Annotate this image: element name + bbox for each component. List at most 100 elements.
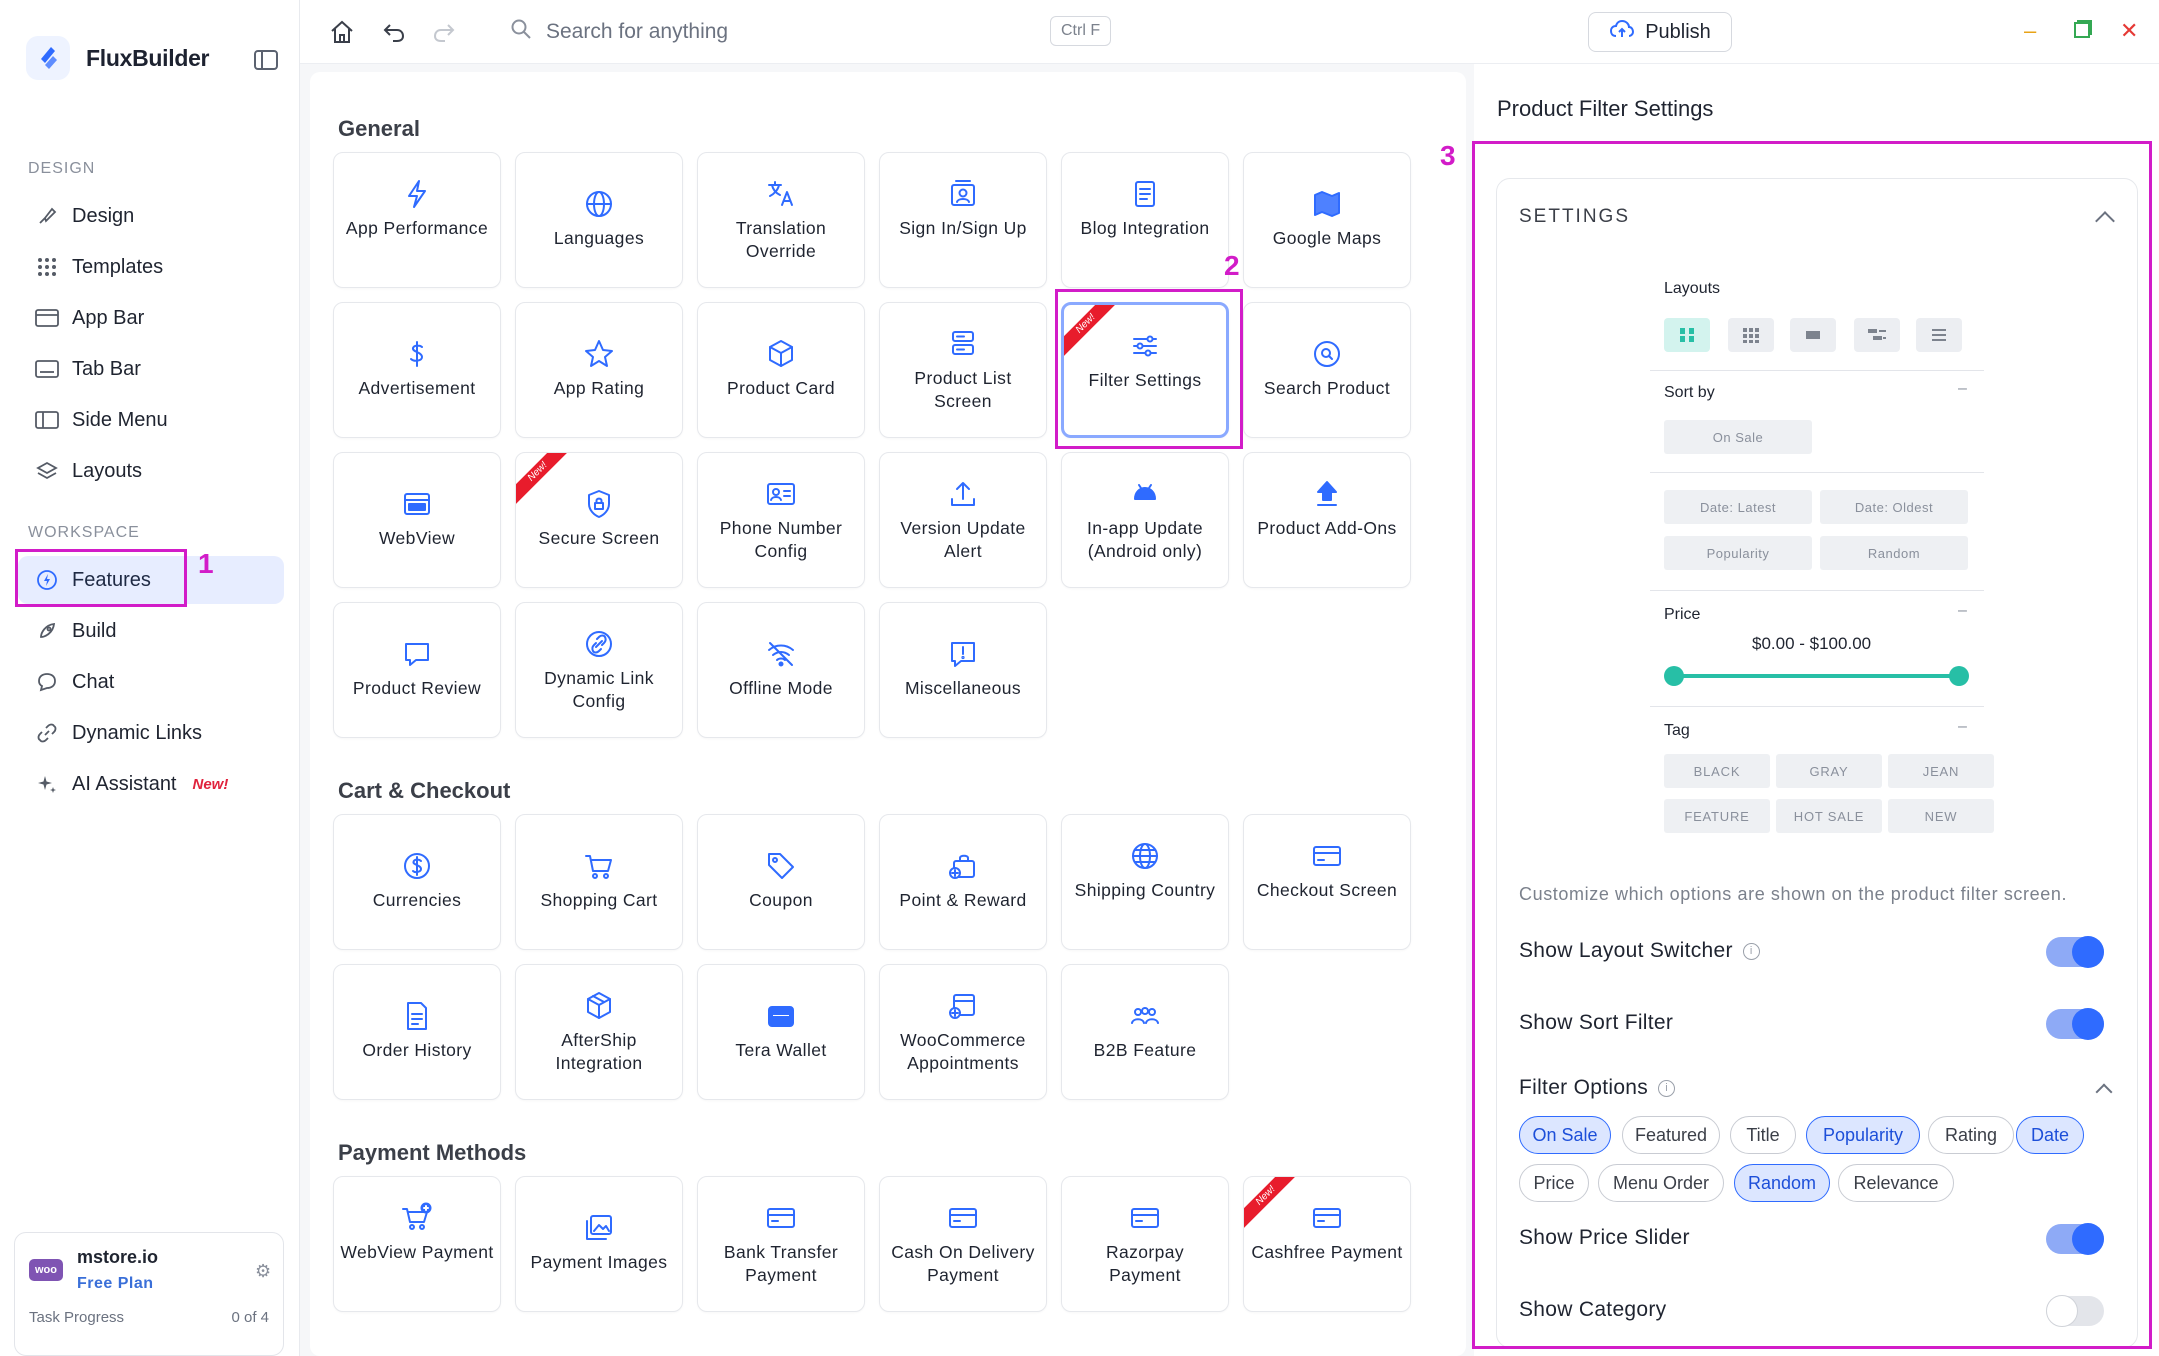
feature-card-coupon[interactable]: Coupon <box>697 814 865 950</box>
feature-card-webview-payment[interactable]: WebView Payment <box>333 1176 501 1312</box>
brand[interactable]: FluxBuilder <box>26 36 210 80</box>
feature-card-point-and-reward[interactable]: Point & Reward <box>879 814 1047 950</box>
task-progress-value: 0 of 4 <box>231 1309 269 1326</box>
feature-card-woocommerce-appointments[interactable]: WooCommerce Appointments <box>879 964 1047 1100</box>
dollar-icon <box>334 337 500 376</box>
sidebar-item-label: Chat <box>72 670 115 693</box>
feature-card-label: In-app Update (Android only) <box>1086 518 1204 561</box>
feature-card-cashfree-payment[interactable]: Cashfree Payment New! <box>1243 1176 1411 1312</box>
sidebar-item-label: App Bar <box>72 306 145 329</box>
feature-card-blog-integration[interactable]: Blog Integration <box>1061 152 1229 288</box>
sidebar-item-label: Dynamic Links <box>72 721 203 744</box>
feature-card-label: Languages <box>553 228 645 248</box>
gear-icon[interactable]: ⚙ <box>255 1261 271 1282</box>
group-title-cart-checkout: Cart & Checkout <box>338 778 511 803</box>
search-bar[interactable]: Search for anything <box>510 18 728 46</box>
upload-arrow-icon <box>1244 477 1410 516</box>
tag-icon <box>698 849 864 888</box>
feature-card-offline-mode[interactable]: Offline Mode <box>697 602 865 738</box>
feature-card-label: App Performance <box>345 218 489 238</box>
feature-card-label: Product Card <box>727 378 835 398</box>
feature-card-product-review[interactable]: Product Review <box>333 602 501 738</box>
plan-card[interactable]: woo mstore.io Free Plan ⚙ Task Progress … <box>14 1232 284 1356</box>
images-icon <box>516 1211 682 1250</box>
feature-card-languages[interactable]: Languages <box>515 152 683 288</box>
feature-card-tera-wallet[interactable]: Tera Wallet <box>697 964 865 1100</box>
sidebar-item-tab-bar[interactable]: Tab Bar <box>18 345 284 393</box>
globe-grid-icon <box>1062 839 1228 878</box>
users-icon <box>1062 999 1228 1038</box>
feature-card-label: Product Review <box>352 678 482 698</box>
feature-card-google-maps[interactable]: Google Maps <box>1243 152 1411 288</box>
link-icon <box>34 720 60 746</box>
undo-icon[interactable] <box>380 18 408 46</box>
fluxbuilder-logo-icon <box>26 36 70 80</box>
bank-card-icon <box>1062 1201 1228 1240</box>
publish-button[interactable]: Publish <box>1588 12 1732 52</box>
sparkle-icon <box>34 771 60 797</box>
feature-card-razorpay-payment[interactable]: Razorpay Payment <box>1061 1176 1229 1312</box>
feature-card-shipping-country[interactable]: Shipping Country <box>1061 814 1229 950</box>
document-icon <box>1062 177 1228 216</box>
feature-card-product-add-ons[interactable]: Product Add-Ons <box>1243 452 1411 588</box>
feature-card-checkout-screen[interactable]: Checkout Screen <box>1243 814 1411 950</box>
sidebar-item-chat[interactable]: Chat <box>18 658 284 706</box>
feature-card-label: Sign In/Sign Up <box>899 218 1027 238</box>
sidebar-item-design[interactable]: Design <box>18 192 284 240</box>
home-icon[interactable] <box>328 18 356 46</box>
feature-card-b2b-feature[interactable]: B2B Feature <box>1061 964 1229 1100</box>
feature-card-order-history[interactable]: Order History <box>333 964 501 1100</box>
feature-card-sign-in-sign-up[interactable]: Sign In/Sign Up <box>879 152 1047 288</box>
sidebar-item-side-menu[interactable]: Side Menu <box>18 396 284 444</box>
feature-card-cash-on-delivery-payment[interactable]: Cash On Delivery Payment <box>879 1176 1047 1312</box>
feature-card-bank-transfer-payment[interactable]: Bank Transfer Payment <box>697 1176 865 1312</box>
maximize-icon[interactable] <box>2072 20 2092 46</box>
sidebar-item-build[interactable]: Build <box>18 607 284 655</box>
feature-card-miscellaneous[interactable]: Miscellaneous <box>879 602 1047 738</box>
redo-icon[interactable] <box>430 18 458 46</box>
sidebar-item-dynamic-links[interactable]: Layouts Dynamic Links <box>18 709 284 757</box>
feature-card-payment-images[interactable]: Payment Images <box>515 1176 683 1312</box>
sidebar-item-app-bar[interactable]: App Bar <box>18 294 284 342</box>
minimize-icon[interactable]: – <box>2024 18 2036 44</box>
feature-card-search-product[interactable]: Search Product <box>1243 302 1411 438</box>
feature-card-label: Cashfree Payment <box>1251 1242 1403 1262</box>
feature-card-app-rating[interactable]: App Rating <box>515 302 683 438</box>
feature-card-version-update-alert[interactable]: Version Update Alert <box>879 452 1047 588</box>
feature-card-translation-override[interactable]: Translation Override <box>697 152 865 288</box>
search-icon <box>510 18 532 46</box>
feature-card-app-performance[interactable]: App Performance <box>333 152 501 288</box>
feature-card-label: Razorpay Payment <box>1105 1242 1185 1285</box>
feature-card-shopping-cart[interactable]: Shopping Cart <box>515 814 683 950</box>
feature-card-aftership-integration[interactable]: AfterShip Integration <box>515 964 683 1100</box>
feature-card-label: Payment Images <box>530 1252 668 1272</box>
feature-card-dynamic-link-config[interactable]: Dynamic Link Config <box>515 602 683 738</box>
sidebar-toggle-icon[interactable] <box>254 50 278 70</box>
feature-card-in-app-update-android-only[interactable]: In-app Update (Android only) <box>1061 452 1229 588</box>
id-card-icon <box>698 477 864 516</box>
feature-card-advertisement[interactable]: Advertisement <box>333 302 501 438</box>
feature-card-product-list-screen[interactable]: Product List Screen <box>879 302 1047 438</box>
feature-card-secure-screen[interactable]: Secure Screen New! <box>515 452 683 588</box>
sidebar-item-ai-assistant[interactable]: AI Assistant New! <box>18 760 284 808</box>
new-badge: New! <box>192 775 229 793</box>
feature-card-webview[interactable]: WebView <box>333 452 501 588</box>
sidebar-item-layouts[interactable]: Layouts <box>18 447 284 495</box>
feature-card-phone-number-config[interactable]: Phone Number Config <box>697 452 865 588</box>
annotation-number-2: 2 <box>1224 250 1240 281</box>
search-input[interactable]: Search for anything <box>546 20 728 44</box>
feature-card-label: Order History <box>362 1040 472 1060</box>
android-icon <box>1062 477 1228 516</box>
star-icon <box>516 337 682 376</box>
cart-plus-icon <box>334 1201 500 1240</box>
feature-card-label: Shopping Cart <box>540 890 658 910</box>
feature-card-product-card[interactable]: Product Card <box>697 302 865 438</box>
feature-card-currencies[interactable]: Currencies <box>333 814 501 950</box>
sidebar-item-templates[interactable]: Templates <box>18 243 284 291</box>
close-icon[interactable]: ✕ <box>2120 18 2138 44</box>
top-bar: Search for anything Ctrl F Publish – ✕ <box>300 0 2159 64</box>
feature-card-label: Miscellaneous <box>904 678 1022 698</box>
brush-icon <box>34 203 60 229</box>
feature-card-label: AfterShip Integration <box>555 1030 643 1073</box>
feature-card-label: App Rating <box>553 378 645 398</box>
